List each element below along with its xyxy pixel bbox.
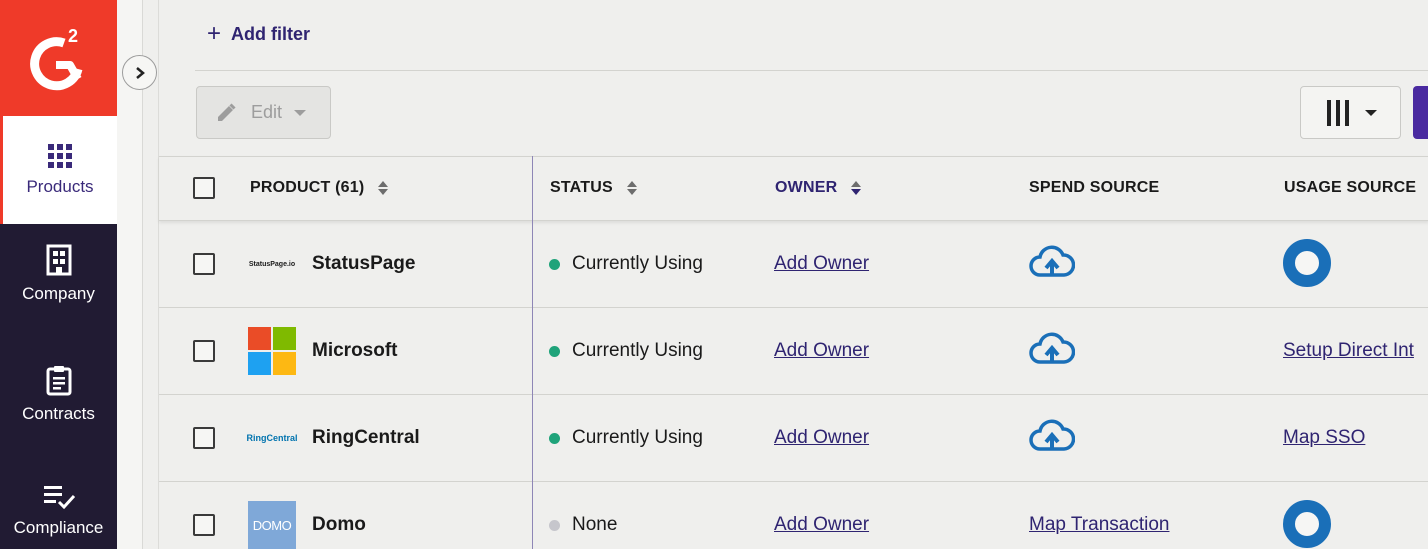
ring-icon bbox=[1283, 239, 1331, 287]
product-name[interactable]: StatusPage bbox=[312, 253, 415, 275]
sort-icon[interactable] bbox=[851, 181, 862, 195]
row-checkbox[interactable] bbox=[193, 514, 215, 536]
map-sso-link[interactable]: Map SSO bbox=[1283, 427, 1365, 449]
domo-logo: DOMO bbox=[248, 501, 296, 549]
status-dot-icon bbox=[549, 432, 560, 444]
status-label: None bbox=[572, 514, 618, 535]
add-filter-button[interactable]: + Add filter bbox=[207, 22, 310, 46]
ring-icon bbox=[1283, 500, 1331, 548]
table-row[interactable]: Microsoft Currently Using Add Owner Setu… bbox=[159, 308, 1428, 395]
sidebar-item-label: Compliance bbox=[13, 518, 104, 537]
column-header-label: STATUS bbox=[550, 179, 613, 196]
setup-direct-integration-link[interactable]: Setup Direct Int bbox=[1283, 340, 1414, 362]
primary-action-button[interactable] bbox=[1413, 86, 1428, 139]
microsoft-logo bbox=[248, 327, 296, 375]
plus-icon: + bbox=[207, 20, 222, 47]
map-transaction-link[interactable]: Map Transaction bbox=[1029, 514, 1169, 536]
sidebar-item-compliance[interactable]: Compliance bbox=[0, 484, 117, 538]
column-header-label: PRODUCT (61) bbox=[250, 179, 365, 196]
edit-label: Edit bbox=[251, 102, 283, 122]
product-name[interactable]: Microsoft bbox=[312, 340, 398, 362]
row-checkbox[interactable] bbox=[193, 340, 215, 362]
sidebar-item-label: Contracts bbox=[22, 404, 95, 423]
table-header: PRODUCT (61) STATUS OWNER SPEND SOURCE U… bbox=[159, 156, 1428, 221]
status-cell: Currently Using bbox=[549, 253, 703, 275]
sidebar-item-contracts[interactable]: Contracts bbox=[0, 364, 117, 424]
cloud-upload-icon bbox=[1029, 419, 1076, 451]
column-header-usage-source: USAGE SOURCE bbox=[1284, 179, 1416, 197]
column-header-product[interactable]: PRODUCT (61) bbox=[250, 179, 389, 197]
sidebar: 2 Products Company Contracts Compliance bbox=[0, 0, 117, 549]
svg-text:2: 2 bbox=[68, 26, 78, 46]
status-dot-icon bbox=[549, 345, 560, 357]
divider bbox=[195, 70, 1428, 71]
usage-source-cell[interactable] bbox=[1283, 500, 1331, 548]
status-dot-icon bbox=[549, 519, 560, 531]
cloud-upload-icon bbox=[1029, 245, 1076, 277]
spend-source-cell[interactable] bbox=[1029, 417, 1076, 462]
column-header-owner[interactable]: OWNER bbox=[775, 179, 862, 197]
columns-icon bbox=[1327, 99, 1349, 126]
status-cell: Currently Using bbox=[549, 427, 703, 449]
caret-down-icon bbox=[1365, 109, 1377, 116]
add-owner-link[interactable]: Add Owner bbox=[774, 253, 869, 275]
sort-icon[interactable] bbox=[626, 181, 637, 195]
cloud-upload-icon bbox=[1029, 332, 1076, 364]
column-header-spend-source: SPEND SOURCE bbox=[1029, 179, 1159, 197]
add-owner-link[interactable]: Add Owner bbox=[774, 514, 869, 536]
column-header-label: OWNER bbox=[775, 179, 838, 196]
ringcentral-logo: RingCentral bbox=[246, 433, 298, 443]
status-label: Currently Using bbox=[572, 253, 703, 274]
table-row[interactable]: DOMO Domo None Add Owner Map Transaction bbox=[159, 482, 1428, 549]
status-cell: Currently Using bbox=[549, 340, 703, 362]
row-checkbox[interactable] bbox=[193, 253, 215, 275]
sidebar-item-label: Company bbox=[22, 284, 95, 303]
sidebar-item-products[interactable]: Products bbox=[0, 116, 117, 224]
add-filter-label: Add filter bbox=[231, 23, 311, 44]
product-name[interactable]: RingCentral bbox=[312, 427, 420, 449]
column-header-label: USAGE SOURCE bbox=[1284, 179, 1417, 196]
column-header-label: SPEND SOURCE bbox=[1029, 179, 1160, 196]
table-row[interactable]: StatusPage.io StatusPage Currently Using… bbox=[159, 221, 1428, 308]
g2-logo[interactable]: 2 bbox=[0, 0, 117, 116]
clipboard-icon bbox=[46, 366, 71, 396]
sidebar-item-label: Products bbox=[26, 177, 94, 196]
product-name[interactable]: Domo bbox=[312, 514, 366, 536]
g2-logo-icon: 2 bbox=[29, 26, 82, 91]
status-dot-icon bbox=[549, 258, 560, 270]
select-all-checkbox[interactable] bbox=[193, 177, 215, 199]
caret-down-icon bbox=[294, 109, 307, 116]
status-cell: None bbox=[549, 514, 617, 536]
pencil-icon bbox=[218, 102, 236, 121]
microsoft-logo-icon bbox=[248, 327, 296, 375]
row-checkbox[interactable] bbox=[193, 427, 215, 449]
column-header-status[interactable]: STATUS bbox=[550, 179, 637, 197]
sidebar-toggle-button[interactable] bbox=[122, 55, 157, 90]
spend-source-cell[interactable] bbox=[1029, 243, 1076, 288]
statuspage-logo: StatusPage.io bbox=[248, 260, 296, 268]
column-divider[interactable] bbox=[532, 156, 533, 549]
sidebar-item-company[interactable]: Company bbox=[0, 244, 117, 304]
grid-icon bbox=[48, 144, 72, 168]
status-label: Currently Using bbox=[572, 427, 703, 448]
building-icon bbox=[46, 244, 71, 276]
usage-source-cell[interactable] bbox=[1283, 239, 1331, 287]
main-content: + Add filter Edit PRODUCT (61) STATUS OW… bbox=[158, 0, 1428, 549]
table-row[interactable]: RingCentral RingCentral Currently Using … bbox=[159, 395, 1428, 482]
chevron-right-icon bbox=[135, 66, 145, 79]
spend-source-cell[interactable] bbox=[1029, 330, 1076, 375]
add-owner-link[interactable]: Add Owner bbox=[774, 340, 869, 362]
add-owner-link[interactable]: Add Owner bbox=[774, 427, 869, 449]
status-label: Currently Using bbox=[572, 340, 703, 361]
sort-icon[interactable] bbox=[378, 181, 389, 195]
edit-button[interactable]: Edit bbox=[196, 86, 331, 139]
columns-button[interactable] bbox=[1300, 86, 1401, 139]
checklist-icon bbox=[43, 486, 75, 510]
